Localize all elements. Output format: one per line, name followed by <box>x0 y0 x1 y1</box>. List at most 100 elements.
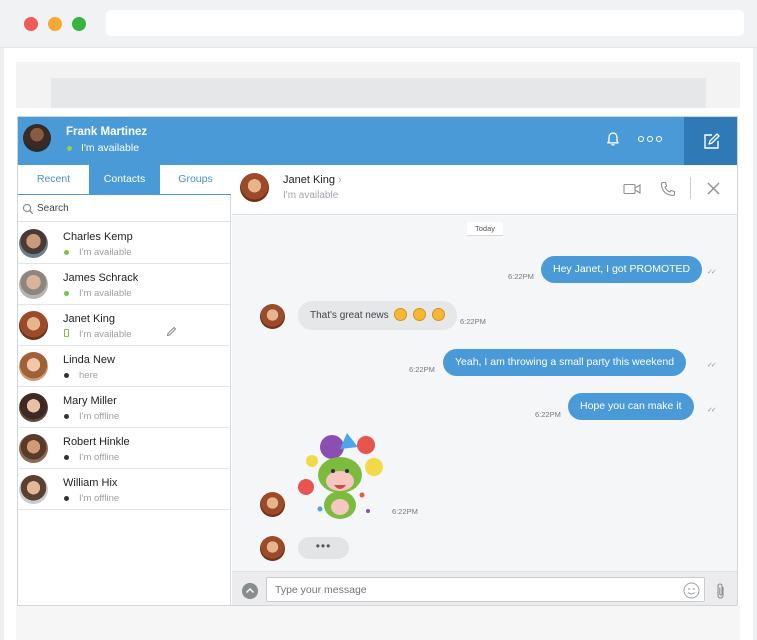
incoming-message[interactable]: That's great news <box>298 301 457 330</box>
compose-icon <box>704 132 720 149</box>
avatar <box>260 304 285 329</box>
minimize-window-button[interactable] <box>48 17 62 31</box>
presence-dot <box>64 250 69 255</box>
contact-status: I'm offline <box>79 493 120 504</box>
avatar <box>260 536 285 561</box>
app-header: Frank Martinez I'm available <box>18 117 737 165</box>
contact-status: I'm available <box>79 329 132 340</box>
avatar <box>19 311 48 340</box>
search-icon <box>22 203 34 215</box>
party-sticker[interactable] <box>292 425 392 525</box>
contacts-sidebar: Recent Contacts Groups Search Charles Ke… <box>18 165 231 605</box>
address-bar[interactable] <box>106 10 744 36</box>
message-input[interactable] <box>266 577 705 602</box>
contact-avatar[interactable] <box>240 173 269 202</box>
chevron-right-icon[interactable]: › <box>338 174 342 186</box>
contact-name: Mary Miller <box>63 395 117 407</box>
contact-name: Charles Kemp <box>63 231 133 243</box>
conversation-pane: Janet King › I'm available Today 6:22PM … <box>232 165 737 605</box>
contact-name: Janet King <box>63 313 115 325</box>
page-header-bar <box>51 78 706 108</box>
message-text: That's great news <box>310 310 389 321</box>
contact-name: James Schrack <box>63 272 139 284</box>
contact-status: I'm offline <box>79 452 120 463</box>
paperclip-icon[interactable] <box>715 582 727 600</box>
frame-right <box>753 48 757 640</box>
typing-indicator: ••• <box>298 537 349 559</box>
presence-dot <box>64 373 69 378</box>
tab-recent[interactable]: Recent <box>18 165 89 194</box>
avatar <box>19 475 48 504</box>
frame-left <box>0 48 4 640</box>
mobile-presence-icon <box>64 329 69 337</box>
contact-name: Robert Hinkle <box>63 436 130 448</box>
close-icon[interactable] <box>707 182 720 195</box>
read-receipt-icon: ✓✓ <box>707 362 717 369</box>
my-presence-dot <box>67 146 72 151</box>
contact-name: Linda New <box>63 354 115 366</box>
contact-status: here <box>79 370 99 381</box>
message-time: 6:22PM <box>392 507 418 516</box>
contact-item-william-hix[interactable]: William Hix I'm offline <box>18 469 230 510</box>
avatar <box>19 229 48 258</box>
compose-button[interactable] <box>684 117 737 165</box>
contact-status: I'm offline <box>79 411 120 422</box>
presence-dot <box>64 455 69 460</box>
read-receipt-icon: ✓✓ <box>707 407 717 414</box>
message-time: 6:22PM <box>508 272 534 281</box>
contact-item-charles-kemp[interactable]: Charles Kemp I'm available <box>18 223 230 264</box>
outgoing-message[interactable]: Yeah, I am throwing a small party this w… <box>443 349 687 376</box>
my-avatar[interactable] <box>23 124 51 152</box>
pencil-icon[interactable] <box>166 326 177 337</box>
maximize-window-button[interactable] <box>72 17 86 31</box>
outgoing-message[interactable]: Hey Janet, I got PROMOTED <box>541 256 703 283</box>
contact-list: Charles Kemp I'm available James Schrack… <box>18 223 230 510</box>
contact-name: William Hix <box>63 477 118 489</box>
message-composer <box>232 571 737 605</box>
page-header-placeholder <box>16 62 740 108</box>
my-name: Frank Martinez <box>66 126 148 138</box>
tab-contacts[interactable]: Contacts <box>89 165 160 194</box>
avatar <box>19 434 48 463</box>
contact-item-mary-miller[interactable]: Mary Miller I'm offline <box>18 387 230 428</box>
more-options-icon[interactable] <box>638 136 664 144</box>
message-time: 6:22PM <box>460 317 486 326</box>
presence-dot <box>64 496 69 501</box>
browser-toolbar <box>0 0 757 48</box>
message-time: 6:22PM <box>535 410 561 419</box>
messenger-app: Frank Martinez I'm available Recent Cont… <box>17 116 738 606</box>
search-placeholder: Search <box>37 203 69 214</box>
contact-item-robert-hinkle[interactable]: Robert Hinkle I'm offline <box>18 428 230 469</box>
smile-emoji-icon <box>431 307 445 321</box>
sidebar-tabs: Recent Contacts Groups <box>18 165 231 195</box>
avatar <box>260 492 285 517</box>
chevron-up-icon[interactable] <box>242 583 258 599</box>
header-divider <box>690 177 691 199</box>
contact-item-james-schrack[interactable]: James Schrack I'm available <box>18 264 230 305</box>
contact-item-janet-king[interactable]: Janet King I'm available <box>18 305 230 346</box>
tab-groups[interactable]: Groups <box>160 165 231 194</box>
emoji-icon[interactable] <box>683 582 700 599</box>
phone-icon[interactable] <box>660 181 676 197</box>
video-call-icon[interactable] <box>623 183 641 195</box>
my-status[interactable]: I'm available <box>81 142 139 154</box>
avatar <box>19 393 48 422</box>
conversation-header: Janet King › I'm available <box>232 165 737 215</box>
contact-item-linda-new[interactable]: Linda New here <box>18 346 230 387</box>
date-divider: Today <box>467 222 503 236</box>
bell-icon[interactable] <box>605 131 621 147</box>
contact-status: I'm available <box>79 247 132 258</box>
read-receipt-icon: ✓✓ <box>707 269 717 276</box>
presence-dot <box>64 414 69 419</box>
close-window-button[interactable] <box>24 17 38 31</box>
conversation-contact-status: I'm available <box>283 190 339 201</box>
page-footer-placeholder <box>16 606 740 640</box>
smile-emoji-icon <box>394 307 408 321</box>
presence-dot <box>64 291 69 296</box>
conversation-contact-name[interactable]: Janet King <box>283 174 335 186</box>
outgoing-message[interactable]: Hope you can make it <box>568 393 694 420</box>
avatar <box>19 270 48 299</box>
search-input[interactable]: Search <box>18 196 230 222</box>
contact-status: I'm available <box>79 288 132 299</box>
avatar <box>19 352 48 381</box>
